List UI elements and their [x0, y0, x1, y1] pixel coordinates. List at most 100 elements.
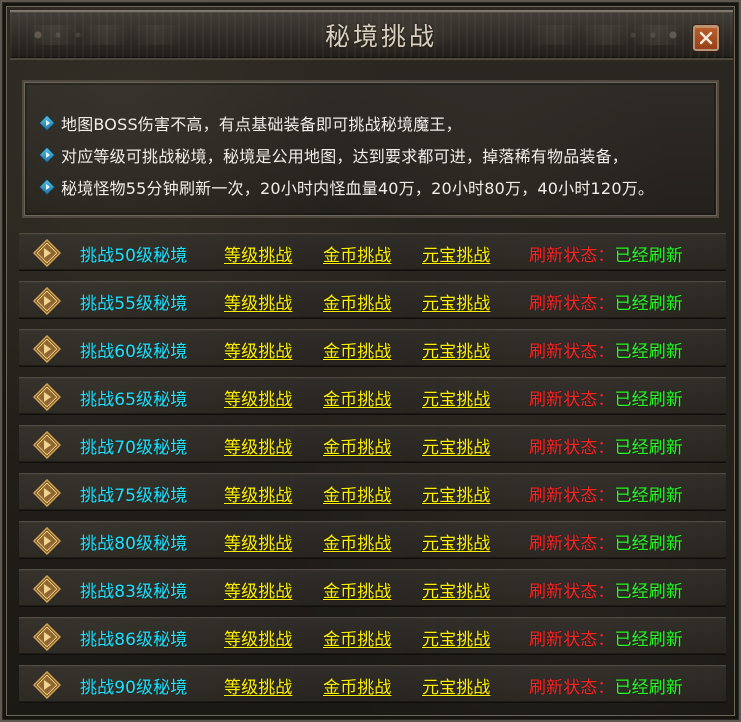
- challenge-title: 挑战50级秘境: [80, 245, 188, 266]
- challenge-row: 挑战70级秘境 等级挑战 金币挑战 元宝挑战 刷新状态： 已经刷新: [19, 425, 726, 463]
- ingot-challenge-link[interactable]: 元宝挑战: [422, 330, 490, 368]
- info-panel: 地图BOSS伤害不高，有点基础装备即可挑战秘境魔王， 对应等级可挑战秘境，秘境是…: [22, 80, 719, 218]
- refresh-status-label: 刷新状态：: [529, 581, 615, 602]
- challenge-row: 挑战86级秘境 等级挑战 金币挑战 元宝挑战 刷新状态： 已经刷新: [19, 617, 726, 655]
- gold-challenge-link[interactable]: 金币挑战: [323, 666, 391, 704]
- info-text: 地图BOSS伤害不高，有点基础装备即可挑战秘境魔王，: [61, 115, 462, 134]
- level-challenge-link[interactable]: 等级挑战: [224, 618, 292, 656]
- info-text: 对应等级可挑战秘境，秘境是公用地图，达到要求都可进，掉落稀有物品装备，: [61, 147, 629, 166]
- gold-diamond-arrow-icon: [33, 287, 61, 315]
- gold-challenge-link[interactable]: 金币挑战: [323, 522, 391, 560]
- window-title-plate: 秘境挑战: [299, 15, 463, 55]
- level-challenge-link[interactable]: 等级挑战: [224, 522, 292, 560]
- gold-challenge-link[interactable]: 金币挑战: [323, 378, 391, 416]
- refresh-status: 刷新状态： 已经刷新: [529, 282, 683, 320]
- refresh-status-label: 刷新状态：: [529, 245, 615, 266]
- gold-diamond-arrow-icon: [33, 623, 61, 651]
- refresh-status-label: 刷新状态：: [529, 677, 615, 698]
- window-title: 秘境挑战: [324, 22, 437, 51]
- info-line: 地图BOSS伤害不高，有点基础装备即可挑战秘境魔王，: [41, 110, 462, 136]
- refresh-status-label: 刷新状态：: [529, 629, 615, 650]
- challenge-title: 挑战60级秘境: [80, 341, 188, 362]
- refresh-status-label: 刷新状态：: [529, 485, 615, 506]
- refresh-status: 刷新状态： 已经刷新: [529, 570, 683, 608]
- challenge-title: 挑战80级秘境: [80, 533, 188, 554]
- blue-diamond-arrow-icon: [41, 149, 54, 162]
- level-challenge-link[interactable]: 等级挑战: [224, 426, 292, 464]
- secret-realm-challenge-window: 秘境挑战 地图BOSS伤害不高，有点基础装备即可挑战秘境魔王， 对应等级可挑战秘…: [0, 0, 741, 722]
- refresh-status-label: 刷新状态：: [529, 437, 615, 458]
- refresh-status-value: 已经刷新: [614, 533, 683, 554]
- level-challenge-link[interactable]: 等级挑战: [224, 570, 292, 608]
- refresh-status-label: 刷新状态：: [529, 389, 615, 410]
- challenge-title: 挑战83级秘境: [80, 581, 188, 602]
- refresh-status: 刷新状态： 已经刷新: [529, 330, 683, 368]
- refresh-status-value: 已经刷新: [614, 581, 683, 602]
- refresh-status-value: 已经刷新: [614, 485, 683, 506]
- ingot-challenge-link[interactable]: 元宝挑战: [422, 666, 490, 704]
- close-button[interactable]: [693, 25, 719, 51]
- info-line: 秘境怪物55分钟刷新一次，20小时内怪血量40万，20小时80万，40小时120…: [41, 174, 654, 200]
- challenge-row: 挑战65级秘境 等级挑战 金币挑战 元宝挑战 刷新状态： 已经刷新: [19, 377, 726, 415]
- challenge-list: 挑战50级秘境 等级挑战 金币挑战 元宝挑战 刷新状态： 已经刷新 挑战55级秘境…: [19, 233, 727, 713]
- ingot-challenge-link[interactable]: 元宝挑战: [422, 282, 490, 320]
- refresh-status-value: 已经刷新: [614, 629, 683, 650]
- ingot-challenge-link[interactable]: 元宝挑战: [422, 474, 490, 512]
- refresh-status-label: 刷新状态：: [529, 533, 615, 554]
- level-challenge-link[interactable]: 等级挑战: [224, 378, 292, 416]
- gold-challenge-link[interactable]: 金币挑战: [323, 282, 391, 320]
- gold-challenge-link[interactable]: 金币挑战: [323, 330, 391, 368]
- refresh-status-value: 已经刷新: [614, 437, 683, 458]
- challenge-title: 挑战90级秘境: [80, 677, 188, 698]
- close-icon: [699, 31, 713, 45]
- level-challenge-link[interactable]: 等级挑战: [224, 282, 292, 320]
- refresh-status: 刷新状态： 已经刷新: [529, 378, 683, 416]
- gold-diamond-arrow-icon: [33, 239, 61, 267]
- challenge-row: 挑战83级秘境 等级挑战 金币挑战 元宝挑战 刷新状态： 已经刷新: [19, 569, 726, 607]
- gold-diamond-arrow-icon: [33, 431, 61, 459]
- level-challenge-link[interactable]: 等级挑战: [224, 474, 292, 512]
- refresh-status-label: 刷新状态：: [529, 293, 615, 314]
- challenge-title: 挑战70级秘境: [80, 437, 188, 458]
- gold-challenge-link[interactable]: 金币挑战: [323, 618, 391, 656]
- challenge-row: 挑战50级秘境 等级挑战 金币挑战 元宝挑战 刷新状态： 已经刷新: [19, 233, 726, 271]
- gold-challenge-link[interactable]: 金币挑战: [323, 234, 391, 272]
- level-challenge-link[interactable]: 等级挑战: [224, 330, 292, 368]
- challenge-row: 挑战90级秘境 等级挑战 金币挑战 元宝挑战 刷新状态： 已经刷新: [19, 665, 726, 703]
- gold-diamond-arrow-icon: [33, 335, 61, 363]
- refresh-status-value: 已经刷新: [614, 389, 683, 410]
- challenge-title: 挑战55级秘境: [80, 293, 188, 314]
- ingot-challenge-link[interactable]: 元宝挑战: [422, 426, 490, 464]
- gold-challenge-link[interactable]: 金币挑战: [323, 426, 391, 464]
- level-challenge-link[interactable]: 等级挑战: [224, 666, 292, 704]
- blue-diamond-arrow-icon: [41, 117, 54, 130]
- refresh-status-value: 已经刷新: [614, 245, 683, 266]
- ingot-challenge-link[interactable]: 元宝挑战: [422, 618, 490, 656]
- gold-diamond-arrow-icon: [33, 527, 61, 555]
- refresh-status-value: 已经刷新: [614, 341, 683, 362]
- level-challenge-link[interactable]: 等级挑战: [224, 234, 292, 272]
- refresh-status: 刷新状态： 已经刷新: [529, 618, 683, 656]
- gold-challenge-link[interactable]: 金币挑战: [323, 474, 391, 512]
- ingot-challenge-link[interactable]: 元宝挑战: [422, 378, 490, 416]
- gold-diamond-arrow-icon: [33, 479, 61, 507]
- ingot-challenge-link[interactable]: 元宝挑战: [422, 234, 490, 272]
- refresh-status-label: 刷新状态：: [529, 341, 615, 362]
- challenge-row: 挑战55级秘境 等级挑战 金币挑战 元宝挑战 刷新状态： 已经刷新: [19, 281, 726, 319]
- gold-diamond-arrow-icon: [33, 575, 61, 603]
- ingot-challenge-link[interactable]: 元宝挑战: [422, 570, 490, 608]
- gold-diamond-arrow-icon: [33, 383, 61, 411]
- info-line: 对应等级可挑战秘境，秘境是公用地图，达到要求都可进，掉落稀有物品装备，: [41, 142, 628, 168]
- refresh-status-value: 已经刷新: [614, 293, 683, 314]
- challenge-title: 挑战86级秘境: [80, 629, 188, 650]
- refresh-status: 刷新状态： 已经刷新: [529, 666, 683, 704]
- ingot-challenge-link[interactable]: 元宝挑战: [422, 522, 490, 560]
- refresh-status: 刷新状态： 已经刷新: [529, 474, 683, 512]
- refresh-status: 刷新状态： 已经刷新: [529, 234, 683, 272]
- refresh-status: 刷新状态： 已经刷新: [529, 522, 683, 560]
- refresh-status-value: 已经刷新: [614, 677, 683, 698]
- refresh-status: 刷新状态： 已经刷新: [529, 426, 683, 464]
- challenge-title: 挑战75级秘境: [80, 485, 188, 506]
- challenge-row: 挑战60级秘境 等级挑战 金币挑战 元宝挑战 刷新状态： 已经刷新: [19, 329, 726, 367]
- gold-challenge-link[interactable]: 金币挑战: [323, 570, 391, 608]
